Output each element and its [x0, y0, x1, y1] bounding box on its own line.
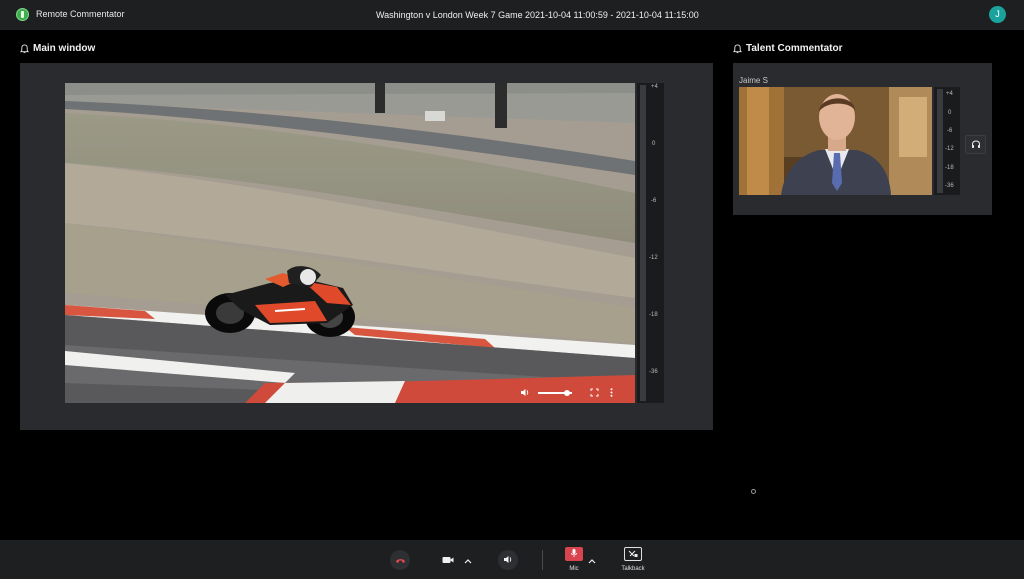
meter-tick: -18: [649, 312, 658, 318]
talent-video[interactable]: [739, 87, 932, 195]
status-dot: [751, 489, 756, 494]
mic-button[interactable]: [565, 547, 583, 561]
talent-video-still: [739, 87, 932, 195]
main-window-title: Main window: [33, 43, 96, 54]
talkback-label: Talkback: [621, 566, 645, 572]
meter-tick: -18: [945, 165, 954, 171]
main-window-header: Main window: [20, 43, 95, 54]
meter-tick: +4: [946, 91, 953, 97]
meter-tick: -12: [649, 255, 658, 261]
camera-icon: [442, 551, 454, 569]
camera-button[interactable]: [439, 552, 457, 568]
volume-slider-knob[interactable]: [563, 390, 570, 396]
toolbar-divider: [542, 550, 543, 570]
main-video[interactable]: [65, 83, 635, 403]
user-avatar[interactable]: J: [989, 6, 1006, 23]
talkback-button[interactable]: [624, 547, 642, 561]
meter-tick: -6: [947, 128, 953, 134]
talent-header: Talent Commentator: [733, 43, 843, 54]
event-time-range: 2021-10-04 11:00:59 - 2021-10-04 11:15:0…: [525, 10, 699, 20]
volume-slider[interactable]: [538, 390, 572, 396]
phone-hangup-icon: [395, 551, 406, 569]
chevron-up-icon: [464, 551, 472, 569]
mic-muted-icon: [570, 545, 578, 563]
video-controls: [520, 385, 630, 401]
meter-tick: -36: [649, 369, 658, 375]
meter-tick: +4: [651, 84, 658, 90]
top-bar: Remote Commentator Washington v London W…: [0, 0, 1024, 30]
race-video-still: [65, 83, 635, 403]
volume-icon[interactable]: [520, 388, 530, 399]
more-vertical-icon[interactable]: [610, 387, 613, 399]
headset-button[interactable]: [965, 135, 986, 154]
main-audio-meter: [637, 83, 664, 403]
meter-tick: 0: [652, 141, 656, 147]
meter-tick: 0: [948, 110, 952, 116]
headset-icon: [971, 136, 981, 154]
talkback-icon: [627, 545, 639, 563]
event-title: Washington v London Week 7 Game: [376, 10, 523, 20]
hangup-button[interactable]: [390, 550, 410, 570]
talent-audio-meter: [934, 87, 960, 195]
meter-tick: -12: [945, 146, 954, 152]
mic-label: Mic: [569, 566, 579, 572]
speaker-button[interactable]: [498, 550, 518, 570]
speaker-icon: [503, 551, 513, 569]
meter-tick: -36: [945, 183, 954, 189]
bell-icon: [20, 43, 29, 54]
mic-options-button[interactable]: [586, 553, 598, 567]
meter-tick: -6: [651, 198, 657, 204]
chevron-up-icon: [588, 551, 596, 569]
app-name: Remote Commentator: [36, 9, 125, 19]
talent-title: Talent Commentator: [746, 43, 843, 54]
fullscreen-icon[interactable]: [590, 388, 599, 399]
app-logo-icon: [16, 8, 29, 21]
talent-name: Jaime S: [739, 76, 768, 85]
bell-icon: [733, 43, 742, 54]
camera-options-button[interactable]: [462, 553, 474, 567]
